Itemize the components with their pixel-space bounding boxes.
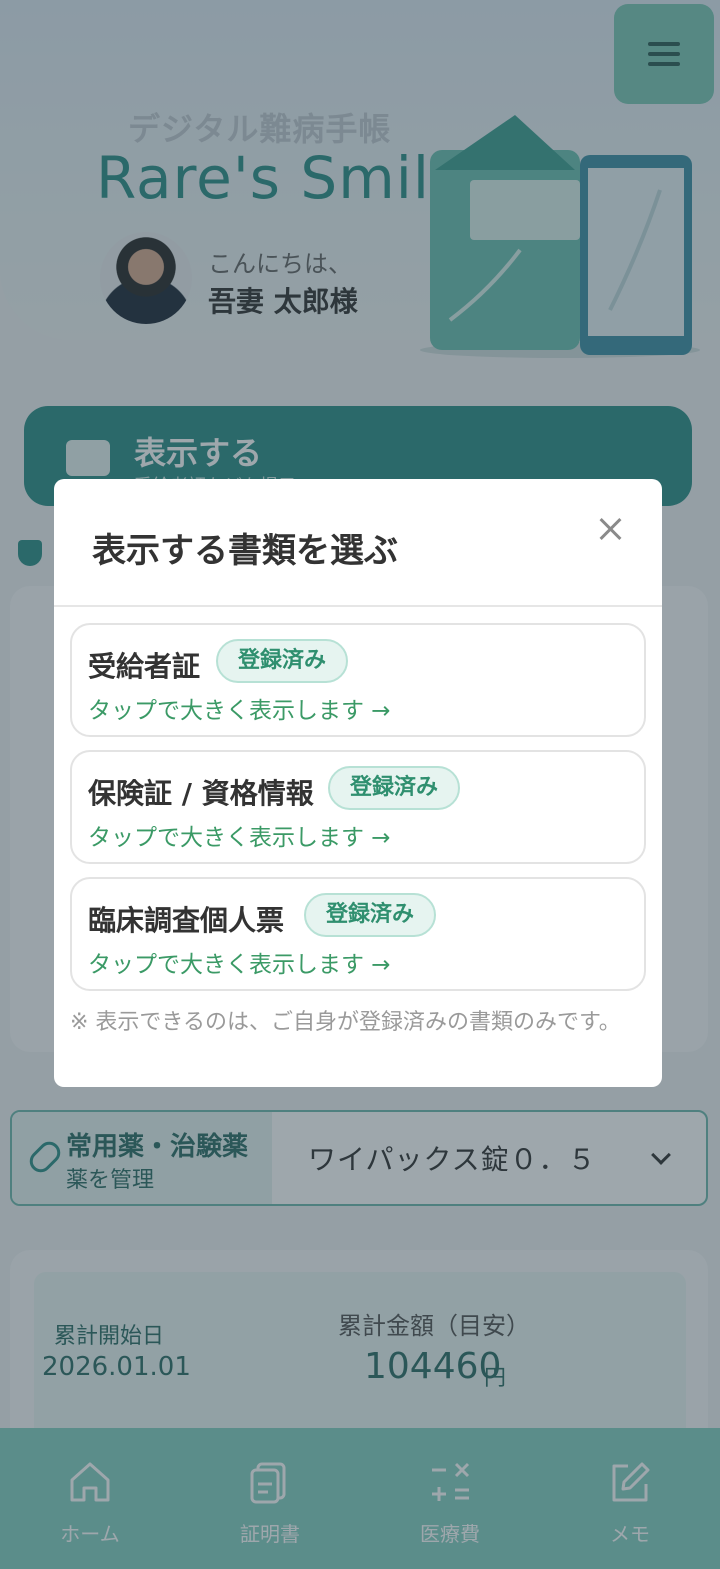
- modal-divider: [54, 605, 662, 607]
- document-hint: タップで大きく表示します →: [88, 825, 391, 851]
- document-name: 臨床調査個人票: [88, 904, 285, 937]
- status-badge: 登録済み: [328, 766, 461, 810]
- document-select-modal: 表示する書類を選ぶ 受給者証 登録済み タップで大きく表示します → 保険証 /…: [54, 479, 662, 1087]
- document-item-insurance-card[interactable]: 保険証 / 資格情報 登録済み タップで大きく表示します →: [70, 750, 646, 864]
- status-badge: 登録済み: [304, 893, 437, 937]
- document-item-clinical-survey[interactable]: 臨床調査個人票 登録済み タップで大きく表示します →: [70, 877, 646, 991]
- document-item-recipient-certificate[interactable]: 受給者証 登録済み タップで大きく表示します →: [70, 623, 646, 737]
- status-badge: 登録済み: [216, 639, 349, 683]
- document-name: 受給者証: [88, 650, 201, 683]
- close-icon[interactable]: [590, 509, 630, 549]
- document-name: 保険証 / 資格情報: [88, 777, 314, 810]
- app-screen: デジタル難病手帳 Rare's Smile こんにちは、 吾妻 太郎様 表示する…: [0, 0, 720, 1569]
- modal-title: 表示する書類を選ぶ: [92, 531, 398, 571]
- document-hint: タップで大きく表示します →: [88, 952, 391, 978]
- modal-note: ※ 表示できるのは、ご自身が登録済みの書類のみです。: [70, 1010, 621, 1035]
- document-hint: タップで大きく表示します →: [88, 698, 391, 724]
